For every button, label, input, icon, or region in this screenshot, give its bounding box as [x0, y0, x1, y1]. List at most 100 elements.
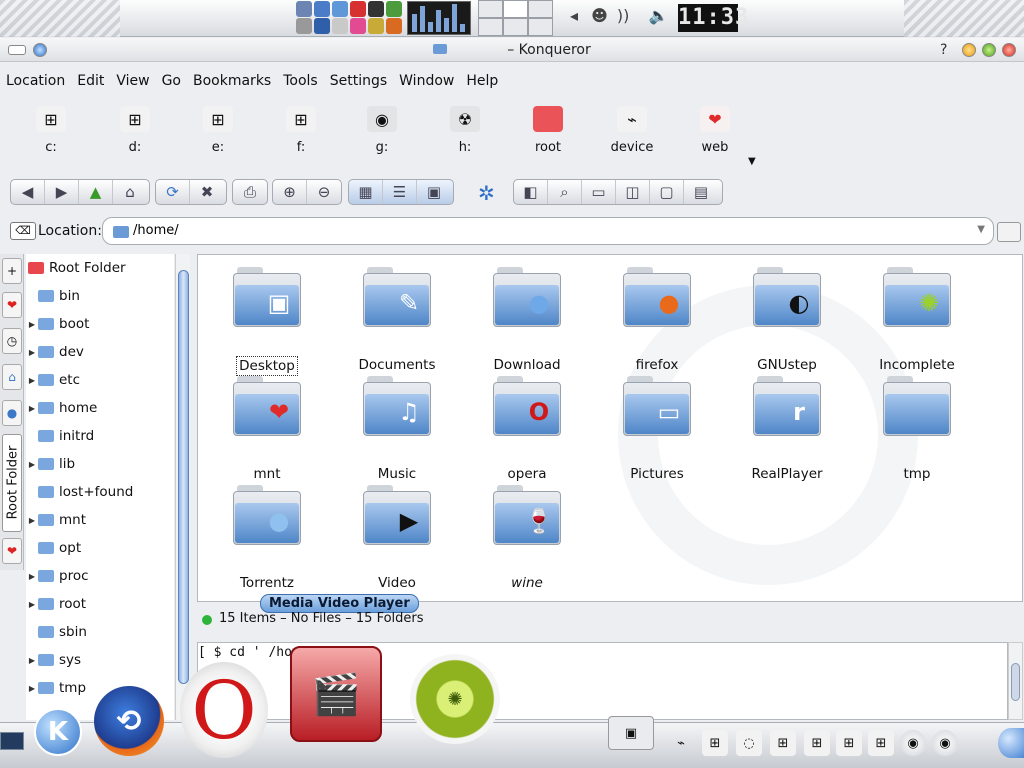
tree-item[interactable]: ▶ sys: [26, 646, 174, 674]
launcher-icon[interactable]: [296, 1, 312, 17]
folder-item[interactable]: 🍷 wine: [462, 485, 592, 592]
expand-arrow-icon[interactable]: ▶: [26, 376, 38, 385]
limewire-icon[interactable]: ✺: [410, 654, 500, 744]
tree-item[interactable]: bin: [26, 282, 174, 310]
sidebar-tab-network[interactable]: ●: [2, 400, 22, 426]
pager-desktop[interactable]: [478, 0, 503, 18]
launcher-icon[interactable]: [296, 18, 312, 34]
tree-item[interactable]: ▶ dev: [26, 338, 174, 366]
volume-icon[interactable]: 🔈: [648, 6, 668, 25]
find-icon[interactable]: ⌕: [548, 180, 582, 204]
folder-item[interactable]: ♫ Music: [332, 376, 462, 483]
launcher-icon[interactable]: [350, 1, 366, 17]
sidebar-tab-root-folder[interactable]: Root Folder: [2, 434, 22, 532]
arrow-left-icon[interactable]: ◂: [570, 6, 578, 25]
pager-desktop[interactable]: [478, 18, 503, 36]
up-icon[interactable]: ▲: [79, 180, 113, 204]
launcher-icon[interactable]: [386, 18, 402, 34]
windows-drive-icon[interactable]: ⊞: [804, 730, 830, 756]
split-view-icon[interactable]: ◫: [616, 180, 650, 204]
tree-root-folder[interactable]: Root Folder: [26, 254, 174, 282]
expand-arrow-icon[interactable]: ▶: [26, 516, 38, 525]
tree-item[interactable]: sbin: [26, 618, 174, 646]
expand-arrow-icon[interactable]: ▶: [26, 656, 38, 665]
folder-item[interactable]: r RealPlayer: [722, 376, 852, 483]
opera-icon[interactable]: O: [180, 662, 268, 758]
drive-d[interactable]: ⊞ d:: [100, 106, 170, 155]
pager-desktop-active[interactable]: [503, 0, 528, 18]
launcher-icon[interactable]: [368, 1, 384, 17]
mouse-icon[interactable]: ◌: [736, 730, 762, 756]
tree-item[interactable]: ▶ mnt: [26, 506, 174, 534]
menu-bookmarks[interactable]: Bookmarks: [187, 70, 277, 92]
pager-desktop[interactable]: [528, 0, 553, 18]
home-icon[interactable]: ⌂: [113, 180, 147, 204]
expand-arrow-icon[interactable]: ▶: [26, 572, 38, 581]
user-icon[interactable]: ☻: [591, 6, 608, 25]
sidebar-tab-history[interactable]: ◷: [2, 328, 22, 354]
sidebar-tab-bookmarks[interactable]: ❤: [2, 292, 22, 318]
folder-item[interactable]: ● firefox: [592, 267, 722, 374]
launcher-icon[interactable]: [386, 1, 402, 17]
folder-item[interactable]: ● Download: [462, 267, 592, 374]
expand-arrow-icon[interactable]: ▶: [26, 320, 38, 329]
menu-tools[interactable]: Tools: [277, 70, 324, 92]
dropdown-icon[interactable]: ▼: [977, 224, 985, 235]
k-menu-icon[interactable]: K: [34, 708, 82, 756]
launcher-icon[interactable]: [314, 18, 330, 34]
drive-h[interactable]: ☢ h:: [430, 106, 500, 155]
tree-item[interactable]: ▶ lib: [26, 450, 174, 478]
tree-item[interactable]: initrd: [26, 422, 174, 450]
gear-icon[interactable]: ✲: [478, 181, 495, 205]
drive-web[interactable]: ❤ web: [680, 106, 750, 155]
cdrom-icon[interactable]: ◉: [900, 730, 926, 756]
folder-item[interactable]: ▭ Pictures: [592, 376, 722, 483]
menu-location[interactable]: Location: [0, 70, 71, 92]
clock[interactable]: 11:33: [678, 4, 748, 32]
terminal-scrollbar[interactable]: [1008, 642, 1023, 720]
globe-icon[interactable]: [998, 728, 1024, 758]
stop-icon[interactable]: ✖: [190, 180, 224, 204]
launcher-icon[interactable]: [350, 18, 366, 34]
drive-c[interactable]: ⊞ c:: [16, 106, 86, 155]
windows-drive-icon[interactable]: ⊞: [836, 730, 862, 756]
sidebar-tab-services[interactable]: ❤: [2, 538, 22, 564]
launcher-icon[interactable]: [332, 18, 348, 34]
more-arrow-icon[interactable]: ▼: [748, 156, 756, 167]
expand-arrow-icon[interactable]: ▶: [26, 348, 38, 357]
close-button[interactable]: [1002, 43, 1016, 57]
launcher-icon[interactable]: [368, 18, 384, 34]
show-desktop-button[interactable]: [0, 732, 24, 750]
windows-drive-icon[interactable]: ⊞: [770, 730, 796, 756]
detail-view-icon[interactable]: ☰: [383, 180, 417, 204]
expand-arrow-icon[interactable]: ▶: [26, 404, 38, 413]
minimize-button[interactable]: [962, 43, 976, 57]
usb-icon[interactable]: ⌁: [668, 730, 694, 756]
sidebar-toggle-icon[interactable]: ◧: [514, 180, 548, 204]
tree-item[interactable]: lost+found: [26, 478, 174, 506]
menu-go[interactable]: Go: [156, 70, 187, 92]
pager-desktop[interactable]: [503, 18, 528, 36]
menu-view[interactable]: View: [110, 70, 155, 92]
expand-arrow-icon[interactable]: ▶: [26, 600, 38, 609]
maximize-button[interactable]: [982, 43, 996, 57]
go-button[interactable]: [997, 222, 1021, 242]
help-button[interactable]: ?: [940, 42, 947, 58]
folder-item[interactable]: ▶ Video: [332, 485, 462, 592]
location-field[interactable]: ▼: [102, 217, 994, 245]
folder-item[interactable]: ❤ mnt: [202, 376, 332, 483]
window-icon[interactable]: ▢: [650, 180, 684, 204]
tree-item[interactable]: ▶ root: [26, 590, 174, 618]
folder-item[interactable]: ● Torrentz: [202, 485, 332, 592]
drive-root[interactable]: root: [513, 106, 583, 155]
launcher-icon[interactable]: [332, 1, 348, 17]
tree-item[interactable]: ▶ home: [26, 394, 174, 422]
folder-item[interactable]: ✎ Documents: [332, 267, 462, 374]
wifi-icon[interactable]: )): [617, 6, 629, 25]
print-icon[interactable]: ⎙: [233, 180, 267, 204]
drive-device[interactable]: ⌁ device: [597, 106, 667, 155]
menu-edit[interactable]: Edit: [71, 70, 110, 92]
windows-drive-icon[interactable]: ⊞: [702, 730, 728, 756]
image-preview-icon[interactable]: ▣: [417, 180, 451, 204]
zoom-out-icon[interactable]: ⊖: [307, 180, 341, 204]
